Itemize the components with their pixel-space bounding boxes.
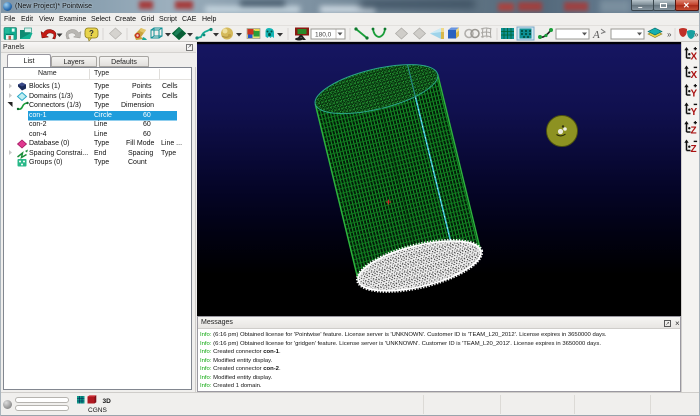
svg-text:»: » [667, 30, 672, 39]
svg-text:A: A [592, 29, 600, 41]
svg-text:?: ? [89, 29, 94, 38]
svg-text:Z: Z [691, 144, 697, 155]
svg-text:X: X [691, 70, 698, 81]
svg-text:X: X [691, 52, 698, 63]
svg-text:Y: Y [691, 107, 698, 118]
svg-text:»: » [694, 30, 699, 39]
svg-text:Y: Y [691, 89, 698, 100]
svg-text:180,0: 180,0 [315, 32, 332, 39]
svg-text:3D: 3D [103, 398, 112, 405]
svg-text:Z: Z [691, 126, 697, 137]
